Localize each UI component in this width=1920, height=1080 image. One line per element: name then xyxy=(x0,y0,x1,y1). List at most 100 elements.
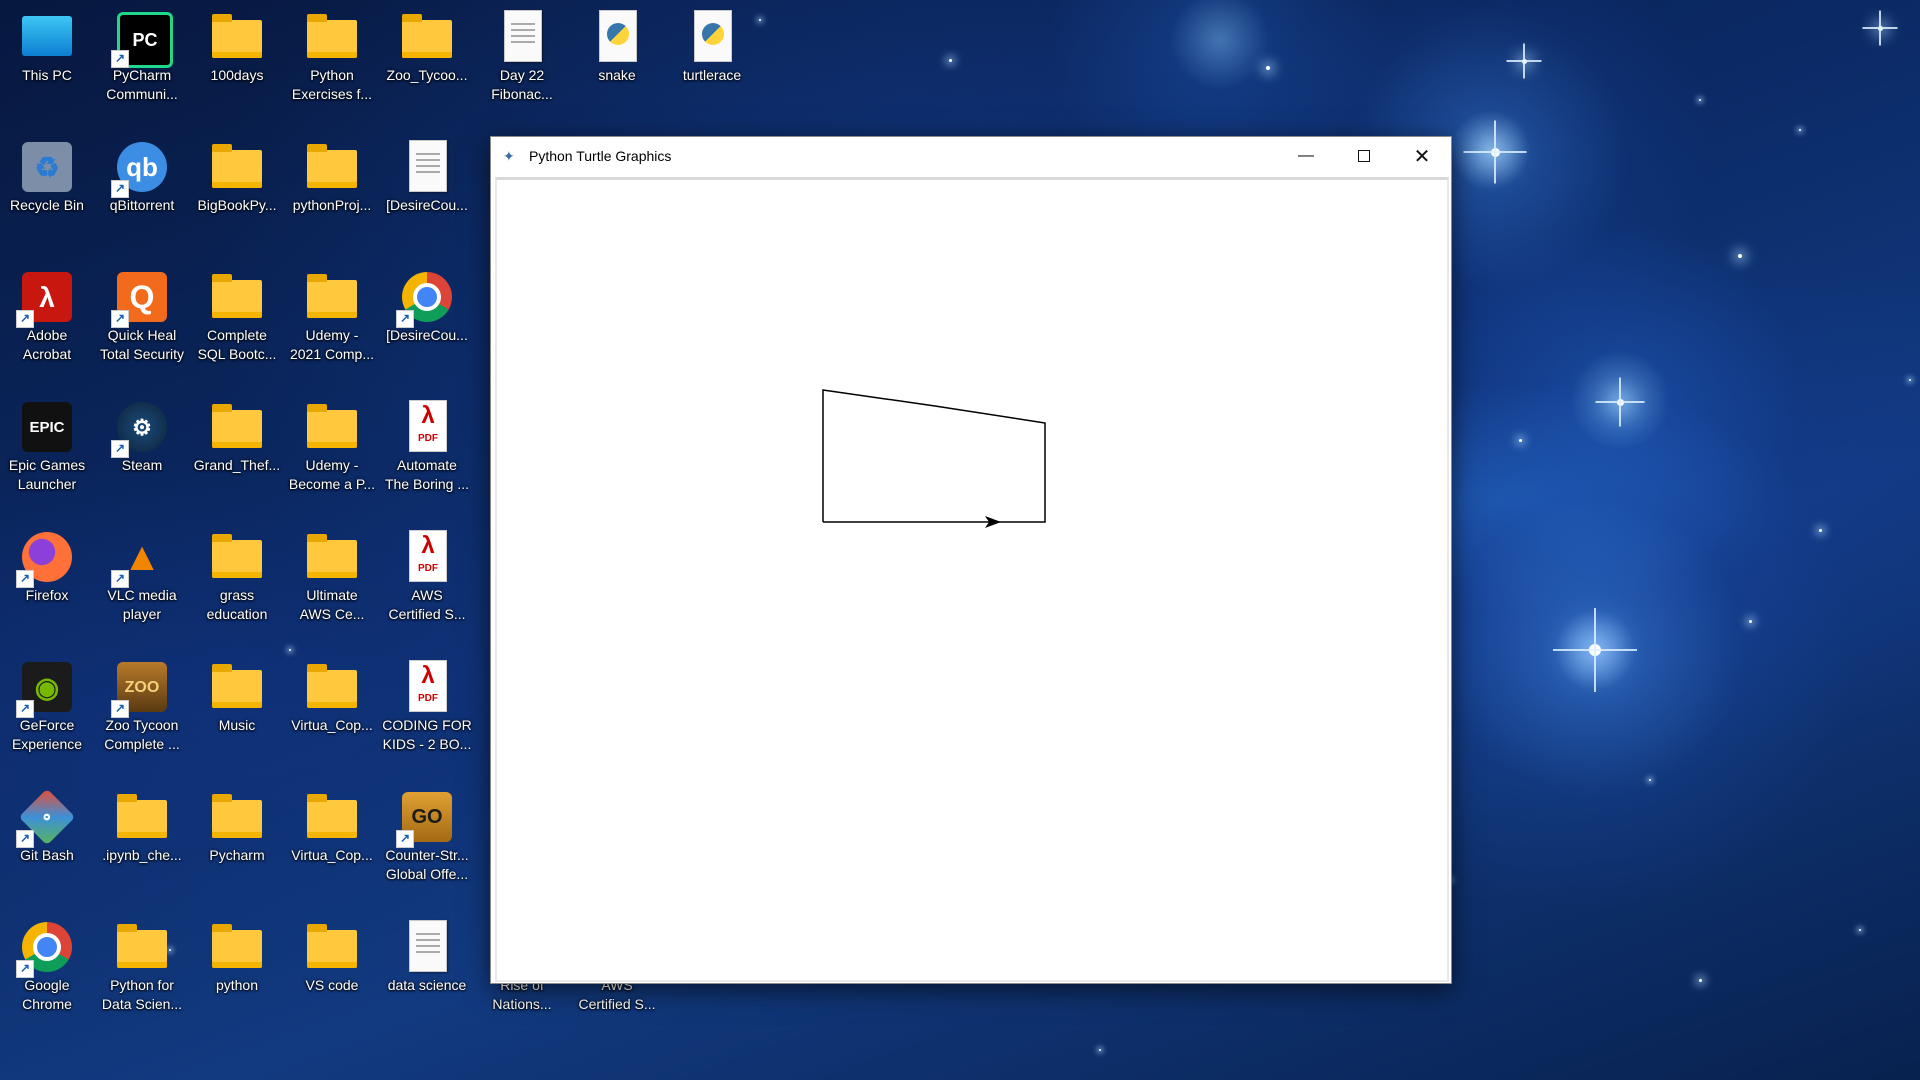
shortcut-arrow-icon: ↗ xyxy=(111,440,129,458)
desktop-icon[interactable]: Virtua_Cop... xyxy=(287,656,377,735)
pdf-icon: λ PDF xyxy=(409,530,447,582)
desktop-icon[interactable]: ▲ ↗ VLC media player xyxy=(97,526,187,624)
document-icon xyxy=(409,920,447,972)
desktop-icon-label: VLC media player xyxy=(107,587,177,622)
desktop-icon-image xyxy=(305,920,359,974)
desktop-icon[interactable]: Virtua_Cop... xyxy=(287,786,377,865)
desktop-icon[interactable]: [DesireCou... xyxy=(382,136,472,215)
desktop-icon[interactable]: grass education xyxy=(192,526,282,624)
pdf-icon: λ PDF xyxy=(409,660,447,712)
desktop-icon[interactable]: EPIC Epic Games Launcher xyxy=(2,396,92,494)
desktop-icon[interactable]: Pycharm xyxy=(192,786,282,865)
desktop-icon[interactable]: snake xyxy=(572,6,662,85)
folder-icon xyxy=(307,664,357,708)
star xyxy=(1859,929,1861,931)
folder-icon xyxy=(307,144,357,188)
desktop-icon-image xyxy=(400,10,454,64)
desktop-icon[interactable]: Python for Data Scien... xyxy=(97,916,187,1014)
star xyxy=(1699,99,1701,101)
desktop-icon-label: Complete SQL Bootc... xyxy=(197,327,277,362)
folder-icon xyxy=(117,924,167,968)
desktop-icon[interactable]: Q ↗ Quick Heal Total Security xyxy=(97,266,187,364)
maximize-button[interactable] xyxy=(1335,137,1393,175)
star xyxy=(1518,438,1522,442)
desktop-icon-image: ZOO ↗ xyxy=(111,660,169,718)
desktop-icon-label: Python Exercises f... xyxy=(291,67,373,102)
folder-icon xyxy=(307,924,357,968)
python-file-icon xyxy=(599,10,637,62)
star-flare xyxy=(1507,44,1542,79)
desktop-icon[interactable]: Ultimate AWS Ce... xyxy=(287,526,377,624)
minimize-button[interactable]: — xyxy=(1277,137,1335,175)
desktop-icon[interactable]: VS code xyxy=(287,916,377,995)
desktop-icon-image xyxy=(685,10,739,64)
folder-icon xyxy=(212,664,262,708)
desktop-icon[interactable]: qb ↗ qBittorrent xyxy=(97,136,187,215)
desktop-icon[interactable]: Music xyxy=(192,656,282,735)
desktop-icon[interactable]: 100days xyxy=(192,6,282,85)
desktop-icon-image xyxy=(210,400,264,454)
desktop-icon[interactable]: Complete SQL Bootc... xyxy=(192,266,282,364)
desktop-icon[interactable]: Udemy - Become a P... xyxy=(287,396,377,494)
desktop-icon-image xyxy=(305,530,359,584)
desktop-icon[interactable]: ⚙ ↗ Steam xyxy=(97,396,187,475)
desktop-icon[interactable]: GO ↗ Counter-Str... Global Offe... xyxy=(382,786,472,884)
desktop-icon-label: .ipynb_che... xyxy=(102,847,182,863)
desktop-icon-label: Recycle Bin xyxy=(10,197,84,213)
desktop-icon[interactable]: λ PDF AWS Certified S... xyxy=(382,526,472,624)
desktop-icon[interactable]: This PC xyxy=(2,6,92,85)
desktop-icon-label: VS code xyxy=(305,977,359,993)
close-icon: ✕ xyxy=(1413,145,1431,168)
desktop-icon[interactable]: BigBookPy... xyxy=(192,136,282,215)
minimize-icon: — xyxy=(1298,147,1314,164)
desktop-icon[interactable]: .ipynb_che... xyxy=(97,786,187,865)
shortcut-arrow-icon: ↗ xyxy=(16,830,34,848)
desktop-icon[interactable]: pythonProj... xyxy=(287,136,377,215)
desktop-icon[interactable]: ↗ Firefox xyxy=(2,526,92,605)
desktop-icon[interactable]: data science xyxy=(382,916,472,995)
shortcut-arrow-icon: ↗ xyxy=(111,310,129,328)
desktop-icon-image xyxy=(115,920,169,974)
desktop-icon[interactable]: ↗ Google Chrome xyxy=(2,916,92,1014)
python-turtle-graphics-window[interactable]: ✦ Python Turtle Graphics — ✕ xyxy=(490,136,1452,984)
desktop-icon-label: pythonProj... xyxy=(292,197,372,213)
desktop-icon-label: Counter-Str... Global Offe... xyxy=(385,847,469,882)
desktop-icon[interactable]: ◉ ↗ GeForce Experience xyxy=(2,656,92,754)
python-file-icon xyxy=(694,10,732,62)
desktop-icon[interactable]: Python Exercises f... xyxy=(287,6,377,104)
desktop-icon[interactable]: Zoo_Tycoo... xyxy=(382,6,472,85)
desktop-icon[interactable]: ↗ [DesireCou... xyxy=(382,266,472,345)
desktop-icon[interactable]: ZOO ↗ Zoo Tycoon Complete ... xyxy=(97,656,187,754)
desktop-icon-label: PyCharm Communi... xyxy=(106,67,178,102)
desktop-icon[interactable]: ⚬ ↗ Git Bash xyxy=(2,786,92,865)
turtle-canvas[interactable] xyxy=(495,177,1449,982)
window-titlebar[interactable]: ✦ Python Turtle Graphics — ✕ xyxy=(491,137,1451,175)
folder-icon xyxy=(212,794,262,838)
desktop-icon[interactable]: Grand_Thef... xyxy=(192,396,282,475)
star xyxy=(1649,779,1651,781)
desktop-icon-label: CODING FOR KIDS - 2 BO... xyxy=(382,717,472,752)
desktop-icon[interactable]: python xyxy=(192,916,282,995)
desktop-icon[interactable]: ♻ Recycle Bin xyxy=(2,136,92,215)
desktop-icon-image: EPIC xyxy=(20,400,74,454)
desktop-icon[interactable]: λ PDF CODING FOR KIDS - 2 BO... xyxy=(382,656,472,754)
desktop-icon-label: Zoo_Tycoo... xyxy=(386,67,468,83)
desktop-icon-image xyxy=(400,920,454,974)
desktop-icon-label: BigBookPy... xyxy=(197,197,277,213)
desktop-icon[interactable]: λ PDF Automate The Boring ... xyxy=(382,396,472,494)
desktop-icon[interactable]: λ ↗ Adobe Acrobat xyxy=(2,266,92,364)
desktop-icon-image xyxy=(210,790,264,844)
folder-icon xyxy=(212,404,262,448)
desktop-icon-image xyxy=(210,140,264,194)
desktop-icon-label: Steam xyxy=(121,457,163,473)
desktop-icon[interactable]: turtlerace xyxy=(667,6,757,85)
desktop-icon-label: 100days xyxy=(210,67,264,83)
desktop-icon[interactable]: Udemy - 2021 Comp... xyxy=(287,266,377,364)
shortcut-arrow-icon: ↗ xyxy=(16,570,34,588)
desktop-icon[interactable]: PC ↗ PyCharm Communi... xyxy=(97,6,187,104)
desktop-icon-image: λ PDF xyxy=(400,530,454,584)
desktop-icon-label: Epic Games Launcher xyxy=(8,457,86,492)
desktop-icon[interactable]: Day 22 Fibonac... xyxy=(477,6,567,104)
star-flare xyxy=(1464,121,1527,184)
close-button[interactable]: ✕ xyxy=(1393,137,1451,175)
